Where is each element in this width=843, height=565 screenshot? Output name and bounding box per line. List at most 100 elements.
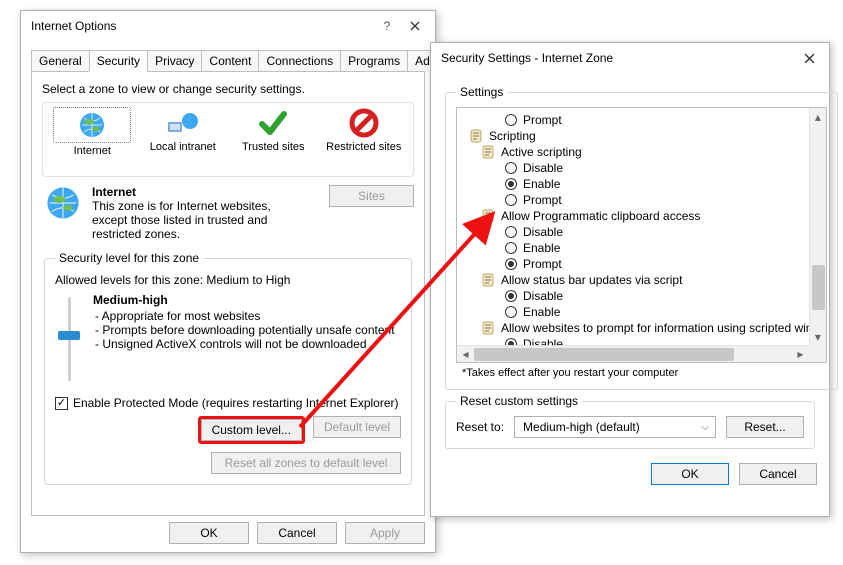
tab-programs[interactable]: Programs	[340, 50, 408, 72]
setting-subcategory: Allow status bar updates via script	[461, 272, 826, 288]
subcategory-label: Allow status bar updates via script	[501, 272, 682, 288]
reset-button[interactable]: Reset...	[726, 416, 804, 438]
zone-desc-text: This zone is for Internet websites, exce…	[92, 199, 302, 241]
security-settings-title: Security Settings - Internet Zone	[441, 51, 795, 65]
radio-icon	[505, 178, 517, 190]
tab-security[interactable]: Security	[89, 50, 148, 72]
button-label: Cancel	[278, 526, 315, 540]
setting-subcategory: Allow websites to prompt for information…	[461, 320, 826, 336]
zone-label: Local intranet	[144, 141, 222, 153]
prohibited-icon	[325, 107, 403, 139]
group-title: Reset custom settings	[456, 394, 582, 408]
option-label: Enable	[523, 240, 560, 256]
level-bullet: Appropriate for most websites	[95, 309, 395, 323]
close-icon[interactable]	[401, 15, 429, 37]
level-name: Medium-high	[93, 293, 395, 307]
radio-icon	[505, 306, 517, 318]
option-label: Prompt	[523, 256, 562, 272]
sites-button[interactable]: Sites	[329, 185, 414, 207]
group-title: Security level for this zone	[55, 251, 203, 265]
default-level-button[interactable]: Default level	[313, 416, 401, 438]
setting-option[interactable]: Disable	[461, 224, 826, 240]
subcategory-label: Allow websites to prompt for information…	[501, 320, 826, 336]
setting-option[interactable]: Disable	[461, 288, 826, 304]
setting-option[interactable]: Enable	[461, 176, 826, 192]
button-label: Reset...	[744, 420, 785, 434]
settings-tree[interactable]: PromptScriptingActive scriptingDisableEn…	[456, 107, 827, 363]
radio-icon	[505, 290, 517, 302]
horizontal-scrollbar[interactable]: ◂ ▸	[457, 345, 809, 362]
option-label: Disable	[523, 160, 563, 176]
select-value: Medium-high (default)	[523, 420, 640, 434]
tab-strip: General Security Privacy Content Connect…	[31, 49, 425, 71]
cancel-button[interactable]: Cancel	[257, 522, 337, 544]
option-label: Prompt	[523, 112, 562, 128]
zone-trusted-sites[interactable]: Trusted sites	[234, 107, 312, 153]
scroll-up-icon[interactable]: ▴	[810, 108, 826, 125]
setting-option[interactable]: Prompt	[461, 192, 826, 208]
option-label: Disable	[523, 288, 563, 304]
internet-options-title: Internet Options	[31, 19, 373, 33]
ok-button[interactable]: OK	[651, 463, 729, 485]
setting-option[interactable]: Enable	[461, 240, 826, 256]
security-panel: Select a zone to view or change security…	[31, 71, 425, 516]
button-label: Custom level...	[212, 423, 291, 437]
reset-to-label: Reset to:	[456, 420, 504, 434]
reset-to-select[interactable]: Medium-high (default) ⌵	[514, 416, 716, 438]
level-description: Medium-high Appropriate for most website…	[93, 293, 395, 388]
scroll-right-icon[interactable]: ▸	[792, 346, 809, 362]
scroll-down-icon[interactable]: ▾	[810, 328, 826, 345]
protected-mode-checkbox[interactable]: ✓ Enable Protected Mode (requires restar…	[55, 396, 401, 410]
button-label: Cancel	[759, 467, 796, 481]
subcategory-label: Active scripting	[501, 144, 582, 160]
zone-local-intranet[interactable]: Local intranet	[144, 107, 222, 153]
cancel-button[interactable]: Cancel	[739, 463, 817, 485]
zone-restricted-sites[interactable]: Restricted sites	[325, 107, 403, 153]
button-label: Default level	[324, 420, 390, 434]
close-icon[interactable]	[795, 47, 823, 69]
zone-name: Internet	[92, 185, 316, 199]
help-icon[interactable]: ?	[373, 15, 401, 37]
intranet-icon	[144, 107, 222, 139]
zone-internet[interactable]: Internet	[53, 107, 131, 157]
checkbox-icon: ✓	[55, 397, 68, 410]
reset-all-zones-button[interactable]: Reset all zones to default level	[211, 452, 401, 474]
restart-note: *Takes effect after you restart your com…	[462, 367, 827, 379]
tab-general[interactable]: General	[31, 50, 90, 72]
option-label: Prompt	[523, 192, 562, 208]
subcategory-label: Allow Programmatic clipboard access	[501, 208, 700, 224]
tab-label: Programs	[348, 54, 400, 68]
setting-option[interactable]: Prompt	[461, 112, 826, 128]
radio-icon	[505, 226, 517, 238]
reset-group: Reset custom settings Reset to: Medium-h…	[445, 394, 815, 449]
tab-privacy[interactable]: Privacy	[147, 50, 202, 72]
level-bullet: Unsigned ActiveX controls will not be do…	[95, 337, 395, 351]
chevron-down-icon: ⌵	[701, 422, 709, 433]
globe-icon	[42, 185, 84, 221]
checkbox-label: Enable Protected Mode (requires restarti…	[73, 396, 399, 410]
setting-subcategory: Active scripting	[461, 144, 826, 160]
security-level-group: Security level for this zone Allowed lev…	[44, 251, 412, 485]
button-label: Apply	[370, 526, 400, 540]
ok-button[interactable]: OK	[169, 522, 249, 544]
button-label: Sites	[358, 189, 385, 203]
setting-option[interactable]: Prompt	[461, 256, 826, 272]
custom-level-button[interactable]: Custom level...	[201, 419, 302, 441]
globe-icon	[60, 109, 124, 141]
security-level-slider[interactable]	[55, 293, 83, 388]
option-label: Enable	[523, 176, 560, 192]
vertical-scrollbar[interactable]: ▴ ▾	[809, 108, 826, 345]
tab-label: Content	[209, 54, 251, 68]
tab-connections[interactable]: Connections	[258, 50, 341, 72]
allowed-levels: Allowed levels for this zone: Medium to …	[55, 273, 401, 287]
zone-label: Trusted sites	[234, 141, 312, 153]
scroll-left-icon[interactable]: ◂	[457, 346, 474, 362]
level-bullet: Prompts before downloading potentially u…	[95, 323, 395, 337]
apply-button[interactable]: Apply	[345, 522, 425, 544]
tab-label: Security	[97, 54, 140, 68]
tab-content[interactable]: Content	[201, 50, 259, 72]
setting-option[interactable]: Disable	[461, 160, 826, 176]
setting-option[interactable]: Enable	[461, 304, 826, 320]
internet-options-titlebar: Internet Options ?	[21, 11, 435, 41]
button-label: Reset all zones to default level	[225, 456, 388, 470]
